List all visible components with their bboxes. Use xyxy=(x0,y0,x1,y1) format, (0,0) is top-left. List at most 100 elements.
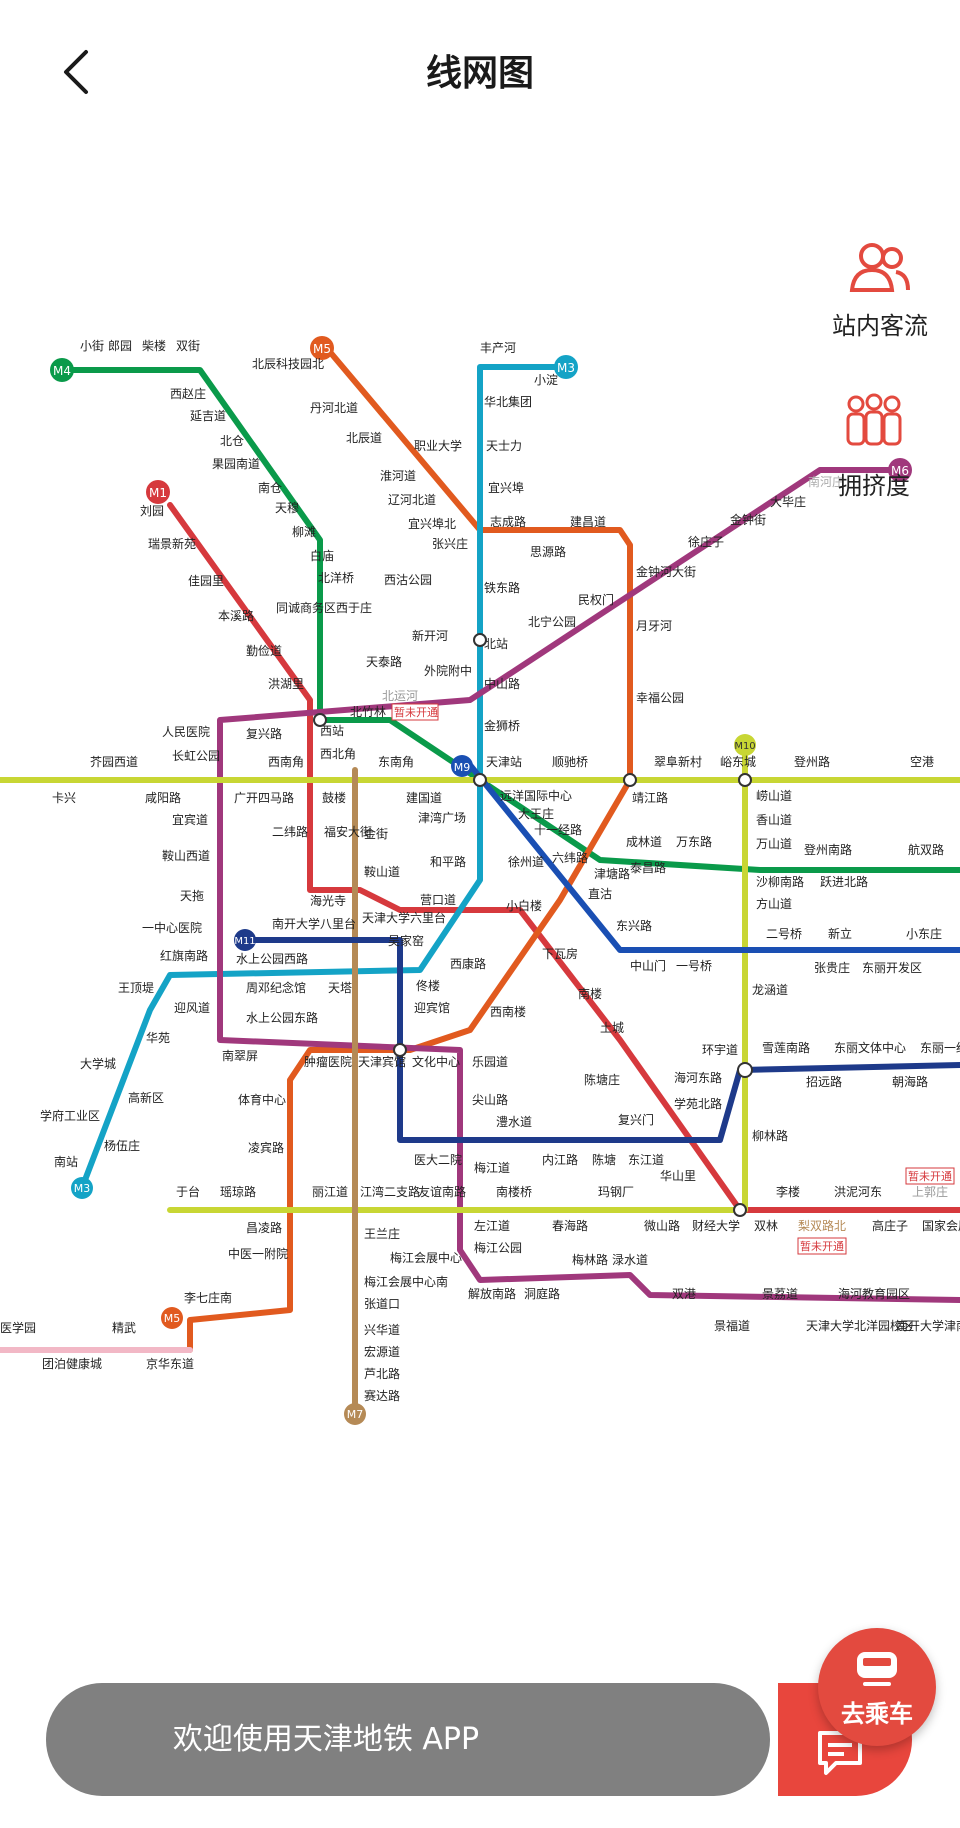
station-label[interactable]: 宜兴埠 xyxy=(488,480,524,495)
station-label[interactable]: 南楼桥 xyxy=(496,1184,532,1199)
station-label[interactable]: 张贵庄 xyxy=(814,960,850,975)
station-label[interactable]: 东兴路 xyxy=(616,918,652,933)
station-label[interactable]: 同诚商务区西于庄 xyxy=(276,600,372,615)
station-label[interactable]: 内江路 xyxy=(542,1152,578,1167)
station-label[interactable]: 水上公园东路 xyxy=(246,1010,318,1025)
interchange-tianjinzhan[interactable] xyxy=(473,773,487,787)
station-label[interactable]: 万山道 xyxy=(756,837,792,851)
station-label[interactable]: 乐园道 xyxy=(472,1055,508,1069)
station-label[interactable]: 西沽公园 xyxy=(384,573,432,587)
station-label[interactable]: 学苑北路 xyxy=(674,1096,722,1111)
station-label[interactable]: 方山道 xyxy=(756,896,792,911)
station-label[interactable]: 津塘路 xyxy=(594,866,630,881)
station-label[interactable]: 天穆 xyxy=(275,500,299,515)
station-label[interactable]: 直沽 xyxy=(588,887,612,901)
interchange-yudongcheng[interactable] xyxy=(738,773,752,787)
station-label[interactable]: 澧水道 xyxy=(496,1115,532,1129)
station-label[interactable]: 辽河北道 xyxy=(388,493,436,507)
station-label[interactable]: 登州路 xyxy=(794,754,830,769)
station-label[interactable]: 华山里 xyxy=(660,1169,696,1183)
station-label[interactable]: 医学园 xyxy=(0,1320,36,1335)
station-label[interactable]: 鞍山道 xyxy=(364,864,400,879)
station-label[interactable]: 南开大学八里台 xyxy=(272,916,356,931)
station-label[interactable]: 周邓纪念馆 xyxy=(246,980,306,995)
station-label[interactable]: 人民医院 xyxy=(162,725,210,739)
station-label[interactable]: 万东路 xyxy=(676,834,712,849)
station-label[interactable]: 肿瘤医院 xyxy=(304,1054,352,1069)
station-label[interactable]: 高庄子 xyxy=(872,1218,908,1233)
station-label[interactable]: 西南角 xyxy=(268,754,304,769)
station-label[interactable]: 华苑 xyxy=(146,1031,170,1045)
station-label[interactable]: 环宇道 xyxy=(702,1043,738,1057)
station-label[interactable]: 北仓 xyxy=(220,434,244,448)
station-label[interactable]: 营口道 xyxy=(420,893,456,907)
station-label[interactable]: 徐州道 xyxy=(508,854,544,869)
station-label[interactable]: 昌凌路 xyxy=(246,1220,282,1235)
station-label[interactable]: 景荔道 xyxy=(762,1287,798,1301)
station-label[interactable]: 解放南路 xyxy=(468,1286,516,1301)
station-label[interactable]: 芦北路 xyxy=(364,1366,400,1381)
station-label[interactable]: 宏源道 xyxy=(364,1344,400,1359)
station-label[interactable]: 西赵庄 xyxy=(170,386,206,401)
station-label[interactable]: 延吉道 xyxy=(190,409,226,423)
station-label[interactable]: 津湾广场 xyxy=(418,810,466,825)
station-label[interactable]: 广开四马路 xyxy=(234,790,294,805)
station-label[interactable]: 小东庄 xyxy=(906,926,942,941)
station-label[interactable]: 沙柳南路 xyxy=(756,874,804,889)
station-label[interactable]: 京华东道 xyxy=(146,1357,194,1371)
station-label[interactable]: 左江道 xyxy=(474,1218,510,1233)
station-label[interactable]: 天津站 xyxy=(486,755,522,769)
take-train-button[interactable]: 去乘车 xyxy=(818,1628,936,1746)
station-label[interactable]: 金狮桥 xyxy=(484,718,520,733)
station-label[interactable]: 体育中心 xyxy=(238,1092,286,1107)
station-label[interactable]: 财经大学 xyxy=(692,1218,740,1233)
station-label[interactable]: 杨伍庄 xyxy=(104,1138,140,1153)
station-label[interactable]: 梅江会展中心 xyxy=(390,1250,462,1265)
station-label[interactable]: 淮河道 xyxy=(380,469,416,483)
station-label[interactable]: 果园南道 xyxy=(212,456,260,471)
station-label[interactable]: 北宁公园 xyxy=(528,614,576,629)
station-label[interactable]: 翠阜新村 xyxy=(654,754,702,769)
station-label[interactable]: 东江道 xyxy=(628,1153,664,1167)
station-label[interactable]: 北运河 xyxy=(382,689,418,703)
station-label[interactable]: 双林 xyxy=(754,1219,778,1233)
station-label[interactable]: 小街 xyxy=(80,339,104,353)
station-label[interactable]: 柳林路 xyxy=(752,1128,788,1143)
station-label[interactable]: 宜宾道 xyxy=(172,812,208,827)
station-label[interactable]: 新开河 xyxy=(412,628,448,643)
station-label[interactable]: 双街 xyxy=(176,339,200,353)
station-label[interactable]: 登州南路 xyxy=(804,842,852,857)
station-label[interactable]: 白庙 xyxy=(310,548,334,563)
station-label[interactable]: 王顶堤 xyxy=(118,981,154,995)
station-label[interactable]: 一中心医院 xyxy=(142,920,202,935)
interchange-beizhan[interactable] xyxy=(473,633,487,647)
station-label[interactable]: 建昌道 xyxy=(570,515,606,529)
station-label[interactable]: 凌宾路 xyxy=(248,1140,284,1155)
station-label[interactable]: 天塔 xyxy=(328,981,352,995)
station-label[interactable]: 洪泥河东 xyxy=(834,1185,882,1199)
station-label[interactable]: 复兴路 xyxy=(246,726,282,741)
station-label[interactable]: 医大二院 xyxy=(414,1153,462,1167)
station-label[interactable]: 金钟河大街 xyxy=(636,564,696,579)
station-label[interactable]: 下瓦房 xyxy=(542,946,578,961)
station-label[interactable]: 建国道 xyxy=(406,791,442,805)
station-label[interactable]: 梅江会展中心南 xyxy=(364,1274,448,1289)
station-label[interactable]: 勤俭道 xyxy=(246,643,282,658)
station-label[interactable]: 和平路 xyxy=(430,854,466,869)
station-label[interactable]: 华北集团 xyxy=(484,394,532,409)
station-label[interactable]: 思源路 xyxy=(530,544,566,559)
station-label[interactable]: 南仓 xyxy=(258,480,282,495)
station-label[interactable]: 芥园西道 xyxy=(90,755,138,769)
station-label[interactable]: 顺驰桥 xyxy=(552,755,588,769)
station-label[interactable]: 瑞景新苑 xyxy=(148,536,196,551)
station-label[interactable]: 洪湖里 xyxy=(268,676,304,691)
station-label[interactable]: 海光寺 xyxy=(310,893,346,908)
station-flow-button[interactable]: 站内客流 xyxy=(810,240,950,341)
station-label[interactable]: 金钟街 xyxy=(730,512,766,527)
station-label[interactable]: 高新区 xyxy=(128,1090,164,1105)
station-label[interactable]: 梅江道 xyxy=(474,1160,510,1175)
station-label[interactable]: 本溪路 xyxy=(218,608,254,623)
station-label[interactable]: 东丽一经路 xyxy=(920,1040,960,1055)
station-label[interactable]: 双港 xyxy=(672,1287,696,1301)
station-label[interactable]: 宜兴埠北 xyxy=(408,516,456,531)
